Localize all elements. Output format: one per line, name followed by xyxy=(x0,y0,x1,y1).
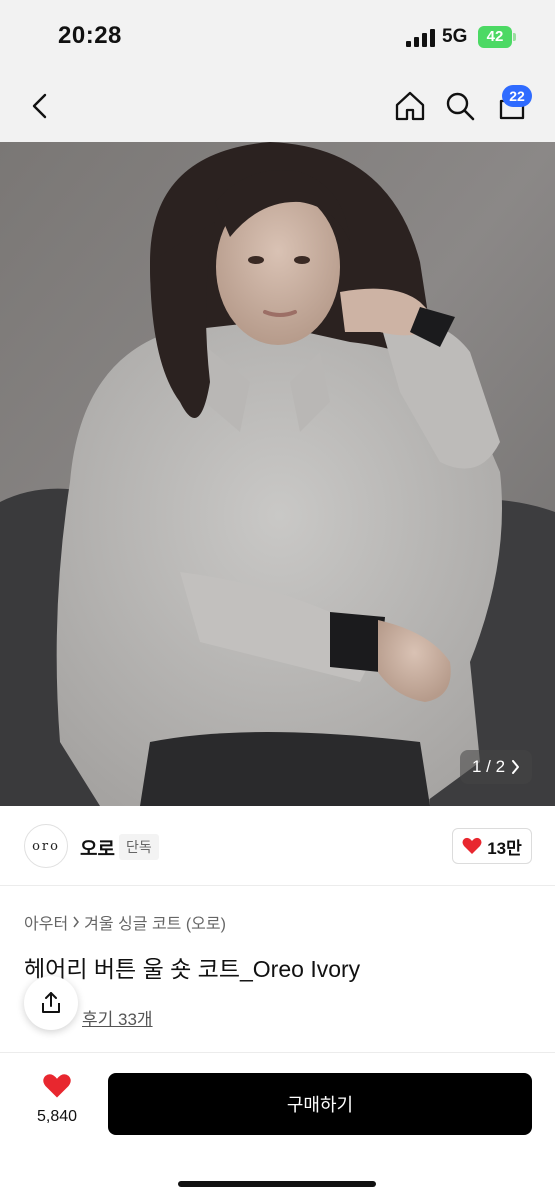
brand-like-button[interactable]: 13만 xyxy=(452,828,532,864)
product-photo xyxy=(0,142,555,806)
reviews-link[interactable]: 후기 33개 xyxy=(82,1005,153,1030)
cart-count-badge: 22 xyxy=(502,85,532,107)
buy-button[interactable]: 구매하기 xyxy=(108,1073,532,1135)
breadcrumb: 아우터 겨울 싱글 코트 (오로) xyxy=(24,910,226,934)
chevron-right-icon xyxy=(73,916,80,928)
status-time: 20:28 xyxy=(58,22,122,49)
brand-name[interactable]: 오로 xyxy=(80,834,115,861)
status-bar: 20:28 5G 42 xyxy=(0,0,555,70)
battery-level: 42 xyxy=(478,26,512,48)
home-indicator xyxy=(178,1181,376,1187)
home-icon xyxy=(395,91,425,121)
back-icon xyxy=(32,93,47,119)
image-counter: 1 / 2 xyxy=(471,757,506,776)
exclusive-badge: 단독 xyxy=(119,834,159,860)
search-icon xyxy=(446,92,475,121)
wishlist-button[interactable]: 5,840 xyxy=(28,1073,86,1126)
network-label: 5G xyxy=(442,26,468,47)
product-title: 헤어리 버튼 울 숏 코트_Oreo Ivory xyxy=(24,956,361,982)
product-image[interactable] xyxy=(0,142,555,806)
heart-icon xyxy=(43,1074,71,1098)
breadcrumb-category[interactable]: 아우터 xyxy=(24,910,68,934)
brand-like-count: 13만 xyxy=(487,838,522,858)
nav-bar xyxy=(0,70,555,142)
wishlist-count: 5,840 xyxy=(36,1108,78,1125)
share-button[interactable] xyxy=(24,976,78,1030)
search-button[interactable] xyxy=(440,86,480,126)
home-button[interactable] xyxy=(390,86,430,126)
brand-row: oro 오로 단독 13만 xyxy=(0,806,555,886)
brand-logo[interactable]: oro xyxy=(24,824,68,868)
heart-icon xyxy=(462,837,482,854)
battery-icon: 42 xyxy=(478,26,516,48)
bottom-bar: 5,840 구매하기 xyxy=(0,1052,555,1200)
share-icon xyxy=(42,992,60,1013)
image-counter-button[interactable]: 1 / 2 xyxy=(460,750,532,784)
chevron-right-icon xyxy=(512,760,520,774)
breadcrumb-subcategory[interactable]: 겨울 싱글 코트 (오로) xyxy=(84,910,226,934)
signal-icon xyxy=(406,29,435,47)
back-button[interactable] xyxy=(20,86,60,126)
